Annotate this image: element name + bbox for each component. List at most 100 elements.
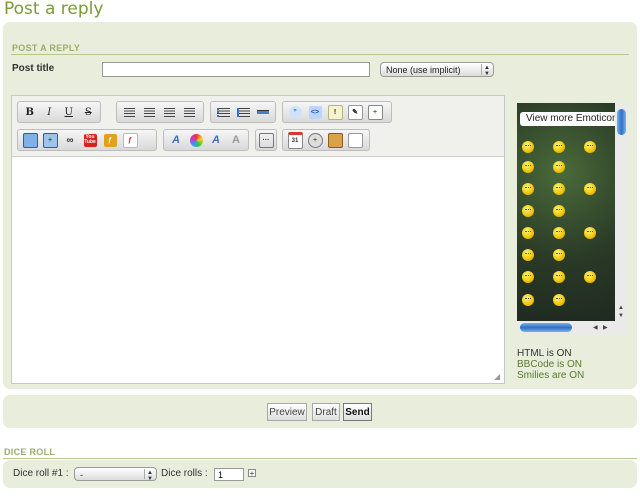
font-icon[interactable]: A [166,131,186,149]
scroll-right-icon[interactable]: ▶ [603,324,608,331]
search-glyph: + [307,132,323,148]
send-button[interactable]: Send [343,403,372,421]
numbered-list-icon[interactable] [233,103,253,121]
more-icon[interactable]: ··· [258,131,274,149]
scrollbar-thumb[interactable] [617,109,626,135]
spoiler-icon[interactable]: ! [325,103,345,121]
toolbar-group-blocks: ” <> ! ✎ + [282,101,392,123]
draft-button[interactable]: Draft [312,403,340,421]
bbcode-status-link[interactable]: BBCode is ON [517,359,584,370]
font-glyph: A [172,134,180,146]
code-icon[interactable]: <> [305,103,325,121]
date-icon[interactable]: 31 [285,131,305,149]
justify-icon[interactable] [179,103,199,121]
smiley-icon[interactable] [553,249,565,261]
select-arrows-icon: ▲ ▼ [481,64,492,77]
smiley-icon[interactable] [522,249,534,261]
paste-text-icon[interactable] [345,131,365,149]
horizontal-rule-icon[interactable] [253,103,273,121]
smiley-icon[interactable] [553,294,565,306]
smiley-icon[interactable] [522,183,534,195]
smiley-icon[interactable] [584,227,596,239]
resize-grip-icon[interactable]: ◢ [494,373,502,381]
youtube-glyph: You Tube [83,133,97,147]
toolbar-group-font: A A A [163,129,249,151]
select-arrows-icon: ▲ ▼ [144,469,155,482]
color-glyph [189,133,203,147]
view-more-emoticons-link[interactable]: View more Emoticons [520,112,623,126]
align-right-icon[interactable] [159,103,179,121]
smiley-icon[interactable] [553,227,565,239]
link-icon[interactable]: ∞ [60,131,80,149]
emoticons-vertical-scrollbar[interactable]: ▲ ▼ [615,103,628,321]
dice-section-divider [3,458,637,459]
smiley-icon[interactable] [522,271,534,283]
image-icon[interactable] [20,131,40,149]
strikethrough-icon[interactable]: S [79,103,99,121]
align-left-icon[interactable] [119,103,139,121]
paste-icon[interactable] [325,131,345,149]
flash-icon[interactable]: ƒ [100,131,120,149]
search-icon[interactable]: + [305,131,325,149]
smiley-icon[interactable] [584,271,596,283]
message-editor[interactable]: B I U S ” <> ! ✎ + + ∞ You Tube ƒ ƒ A A … [11,95,505,384]
align-center-icon[interactable] [139,103,159,121]
dice-section-title: DICE ROLL [4,447,56,457]
scroll-left-icon[interactable]: ◀ [593,324,598,331]
edit-icon[interactable]: ✎ [345,103,365,121]
smiley-icon[interactable] [553,205,565,217]
smiley-icon[interactable] [522,161,534,173]
pdf-icon[interactable]: ƒ [120,131,140,149]
bullet-list-icon[interactable] [213,103,233,121]
upload-image-icon[interactable]: + [40,131,60,149]
flash-glyph: ƒ [103,133,117,147]
smilies-status-link[interactable]: Smilies are ON [517,370,584,381]
quote-glyph: ” [288,105,302,119]
dice-roll-label: Dice roll #1 : [13,468,69,479]
scrollbar-thumb[interactable] [520,323,572,332]
align-center-glyph [143,107,155,117]
dice-rolls-input[interactable] [214,468,244,481]
preview-button[interactable]: Preview [267,403,307,421]
smiley-icon[interactable] [553,271,565,283]
smiley-icon[interactable] [553,183,565,195]
smiley-icon[interactable] [584,183,596,195]
smiley-icon[interactable] [584,141,596,153]
smiley-icon[interactable] [553,141,565,153]
align-right-glyph [163,107,175,117]
section-title: POST A REPLY [12,43,81,53]
table-icon[interactable]: + [365,103,385,121]
smiley-icon[interactable] [522,141,534,153]
paste-glyph [327,132,343,148]
spoiler-glyph: ! [327,104,343,120]
dice-roll-select[interactable]: - ▲ ▼ [74,467,157,482]
paste-text-glyph [347,132,363,148]
post-icon-select[interactable]: None (use implicit) ▲ ▼ [380,62,494,77]
smiley-icon[interactable] [522,294,534,306]
post-title-input[interactable] [102,62,370,77]
underline-icon[interactable]: U [59,103,79,121]
smiley-icon[interactable] [553,161,565,173]
align-left-glyph [123,107,135,117]
font-size-icon[interactable]: A [206,131,226,149]
editor-toolbar: B I U S ” <> ! ✎ + + ∞ You Tube ƒ ƒ A A … [12,96,504,157]
italic-icon[interactable]: I [40,103,60,121]
table-glyph: + [367,104,383,120]
dice-roll-select-value: - [80,470,83,480]
scroll-up-icon[interactable]: ▲ [618,305,624,311]
color-icon[interactable] [186,131,206,149]
youtube-icon[interactable]: You Tube [80,131,100,149]
quote-icon[interactable]: ” [285,103,305,121]
upload-image-glyph: + [42,132,58,148]
bold-icon[interactable]: B [20,103,40,121]
date-glyph: 31 [287,131,303,149]
plus-icon[interactable]: + [248,469,256,478]
numbered-list-glyph [236,107,250,117]
clear-format-icon[interactable]: A [226,131,246,149]
smiley-icon[interactable] [522,205,534,217]
scroll-down-icon[interactable]: ▼ [618,313,624,319]
html-status: HTML is ON [517,348,572,359]
smiley-icon[interactable] [522,227,534,239]
emoticons-horizontal-scrollbar[interactable]: ◀ ▶ [517,321,628,334]
pdf-glyph: ƒ [122,132,138,148]
